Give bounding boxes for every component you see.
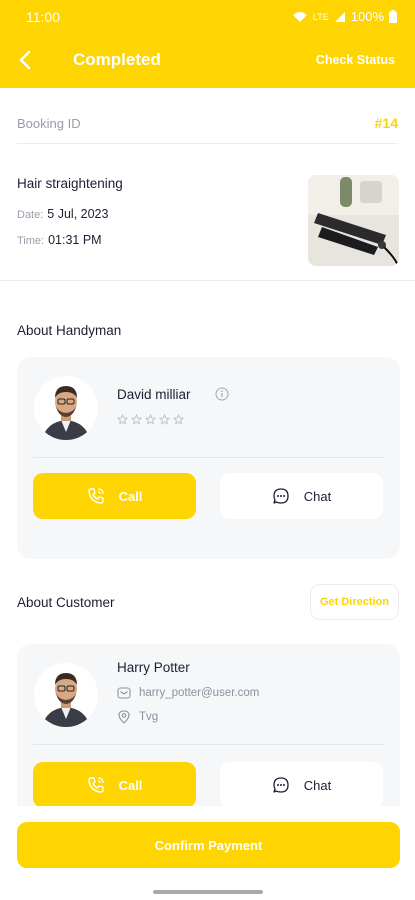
phone-icon [87, 488, 104, 504]
handyman-rating [117, 414, 184, 425]
chat-label: Chat [303, 488, 332, 504]
status-bar: 11:00 LTE 100% [0, 0, 415, 34]
app-bar: Completed Check Status [0, 34, 415, 88]
service-name: Hair straightening [17, 176, 123, 191]
booking-id-label: Booking ID [17, 116, 81, 131]
booking-id-value: #14 [374, 115, 398, 131]
customer-email: harry_potter@user.com [139, 687, 260, 699]
handyman-chat-button[interactable]: Chat [220, 473, 383, 519]
star-outline-icon [173, 414, 184, 425]
handyman-section-title: About Handyman [17, 323, 122, 338]
phone-icon [87, 777, 104, 793]
back-arrow-icon[interactable] [14, 48, 38, 72]
battery-icon [389, 10, 397, 23]
chat-bubble-icon [273, 777, 289, 793]
home-indicator[interactable] [153, 890, 263, 894]
page-title: Completed [73, 50, 161, 69]
check-status-button[interactable]: Check Status [316, 53, 395, 67]
time-label: Time: [17, 235, 45, 247]
handyman-name: David milliar [117, 387, 191, 402]
status-time: 11:00 [26, 9, 60, 25]
mail-icon [117, 687, 131, 699]
service-image [308, 175, 399, 266]
date-value: 5 Jul, 2023 [47, 207, 109, 221]
booking-id-row: Booking ID #14 [17, 104, 398, 144]
time-value: 01:31 PM [48, 233, 102, 247]
customer-name: Harry Potter [117, 660, 190, 675]
customer-chat-button[interactable]: Chat [220, 762, 383, 808]
card-divider [33, 457, 384, 458]
booking-time: Time: 01:31 PM [17, 233, 102, 247]
wifi-icon [292, 11, 307, 22]
battery-label: 100% [350, 9, 384, 24]
status-icons: LTE 100% [292, 9, 397, 24]
customer-call-button[interactable]: Call [33, 762, 196, 808]
bottom-panel: Confirm Payment [0, 806, 415, 900]
network-label: LTE [312, 11, 329, 22]
customer-address: Tvg [139, 711, 159, 723]
star-outline-icon [117, 414, 128, 425]
get-direction-button[interactable]: Get Direction [310, 584, 399, 620]
star-outline-icon [131, 414, 142, 425]
confirm-payment-button[interactable]: Confirm Payment [17, 822, 400, 868]
card-divider [33, 744, 384, 745]
divider [0, 280, 415, 281]
call-label: Call [118, 488, 143, 504]
location-pin-icon [118, 710, 130, 724]
booking-date: Date: 5 Jul, 2023 [17, 207, 108, 221]
info-icon[interactable] [215, 387, 229, 401]
handyman-avatar [34, 376, 98, 440]
star-outline-icon [145, 414, 156, 425]
date-label: Date: [17, 209, 44, 221]
customer-email-row: harry_potter@user.com [117, 686, 259, 700]
signal-icon [334, 11, 345, 22]
handyman-call-button[interactable]: Call [33, 473, 196, 519]
customer-section-title: About Customer [17, 595, 115, 610]
chat-label: Chat [303, 777, 332, 793]
call-label: Call [118, 777, 143, 793]
customer-avatar [34, 663, 98, 727]
handyman-card: David milliar Call Chat [17, 357, 400, 559]
customer-address-row: Tvg [117, 710, 158, 724]
chat-bubble-icon [273, 488, 289, 504]
star-outline-icon [159, 414, 170, 425]
